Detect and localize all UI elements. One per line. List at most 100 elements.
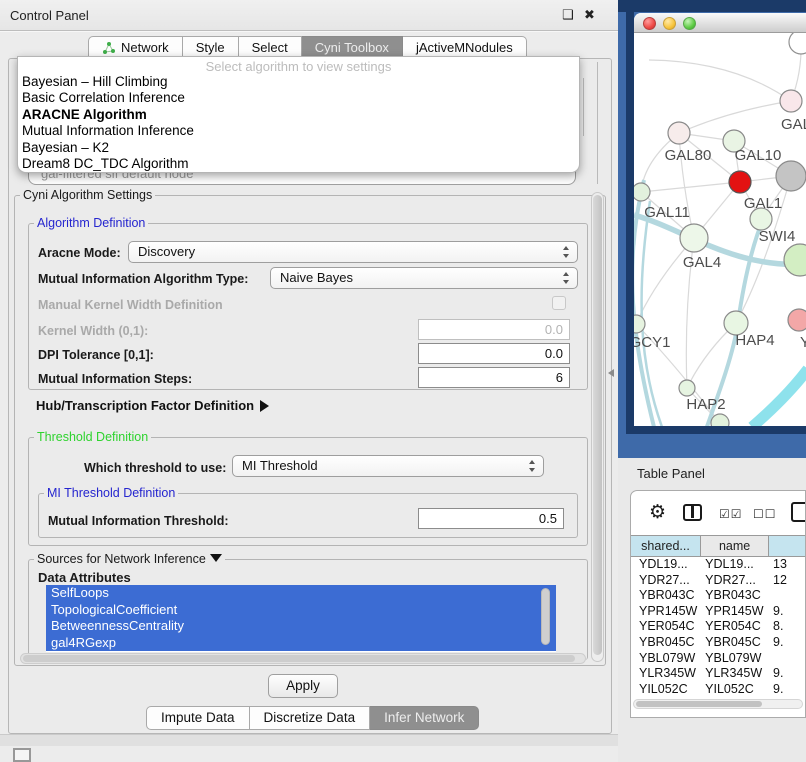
dpi-tolerance-field[interactable]: 0.0	[418, 343, 570, 364]
node-label: GAL	[781, 116, 806, 133]
aracne-mode-combo[interactable]: Discovery	[128, 241, 578, 263]
table-row[interactable]: YPR145WYPR145W9.	[631, 604, 805, 620]
tab-label: Style	[196, 40, 225, 55]
settings-vertical-scrollbar[interactable]	[591, 192, 604, 662]
table-row[interactable]: YBR045CYBR045C9.	[631, 635, 805, 651]
which-threshold-combo[interactable]: MI Threshold	[232, 455, 544, 477]
settings-horizontal-scrollbar[interactable]	[20, 653, 586, 664]
manual-kernel-width-label: Manual Kernel Width Definition	[38, 298, 223, 312]
node-label: GAL4	[683, 254, 721, 271]
attribute-item-selected[interactable]: gal4RGexp	[46, 635, 556, 652]
network-edge[interactable]	[679, 101, 791, 133]
algorithm-definition-title: Algorithm Definition	[34, 216, 148, 230]
control-panel-titlebar	[0, 0, 620, 31]
table-cell: YDR27...	[701, 573, 769, 589]
splitter-collapse-icon[interactable]	[608, 369, 614, 377]
attributes-scrollbar[interactable]	[541, 588, 550, 645]
close-panel-icon[interactable]: ✖	[584, 7, 595, 23]
column-header[interactable]: name	[701, 536, 769, 556]
network-node[interactable]	[634, 183, 650, 201]
table-horizontal-scrollbar[interactable]	[633, 699, 803, 709]
table-row[interactable]: YDR27...YDR27...12	[631, 573, 805, 589]
algorithm-options: Bayesian – Hill ClimbingBasic Correlatio…	[18, 74, 579, 172]
algorithm-option[interactable]: Bayesian – K2	[18, 140, 579, 156]
network-node[interactable]	[788, 309, 806, 331]
table-row[interactable]: YBL079WYBL079W	[631, 651, 805, 667]
algorithm-option[interactable]: Bayesian – Hill Climbing	[18, 74, 579, 90]
mi-steps-label: Mutual Information Steps:	[38, 372, 192, 386]
table-row[interactable]: YER054CYER054C8.	[631, 619, 805, 635]
network-window-titlebar[interactable]	[634, 13, 806, 33]
column-header[interactable]: shared...	[631, 536, 701, 556]
node-label: GCY1	[634, 334, 670, 351]
float-panel-icon[interactable]: ❑	[562, 7, 574, 23]
algorithm-option[interactable]: Mutual Information Inference	[18, 123, 579, 139]
data-attributes-label: Data Attributes	[38, 570, 131, 585]
column-header[interactable]	[769, 536, 805, 556]
apply-button[interactable]: Apply	[268, 674, 338, 698]
gear-icon[interactable]: ⚙	[649, 503, 666, 522]
deselect-all-icon[interactable]: ☐☐	[753, 507, 777, 521]
minimize-window-icon[interactable]	[663, 17, 676, 30]
background-groupbox-line	[583, 78, 584, 136]
attribute-item-selected[interactable]: SelfLoops	[46, 585, 556, 602]
node-label: Y	[800, 334, 806, 351]
settings-group-title: Cyni Algorithm Settings	[20, 188, 155, 202]
network-node[interactable]	[680, 224, 708, 252]
network-node[interactable]	[679, 380, 695, 396]
network-node[interactable]	[776, 161, 806, 191]
network-node[interactable]	[789, 33, 806, 54]
aracne-mode-value: Discovery	[138, 244, 195, 259]
select-all-icon[interactable]: ☑☑	[719, 507, 743, 521]
export-table-icon[interactable]	[791, 502, 806, 522]
network-node[interactable]	[711, 414, 729, 426]
node-label: GAL80	[665, 147, 712, 164]
hub-definition-toggle[interactable]: Hub/Transcription Factor Definition	[36, 398, 269, 413]
network-node[interactable]	[729, 171, 751, 193]
table-cell: YIL052C	[701, 682, 769, 697]
table-header-row: shared...name	[631, 535, 805, 557]
mi-threshold-definition-title: MI Threshold Definition	[44, 486, 178, 500]
algorithm-option[interactable]: ARACNE Algorithm	[18, 107, 579, 123]
network-edge[interactable]	[641, 182, 740, 192]
algorithm-option[interactable]: Basic Correlation Inference	[18, 90, 579, 106]
table-cell: YER054C	[701, 619, 769, 635]
combo-spinner-icon	[529, 460, 536, 472]
table-row[interactable]: YIL052CYIL052C9.	[631, 682, 805, 697]
manual-kernel-width-checkbox[interactable]	[552, 296, 566, 310]
cyni-bottom-tabs: Impute DataDiscretize DataInfer Network	[146, 706, 479, 730]
network-node[interactable]	[668, 122, 690, 144]
table-cell: YPR145W	[701, 604, 769, 620]
table-row[interactable]: YDL19...YDL19...13	[631, 557, 805, 573]
network-edge[interactable]	[752, 369, 806, 426]
background-panel-line	[597, 62, 598, 184]
attribute-item-selected[interactable]: BetweennessCentrality	[46, 618, 556, 635]
attribute-item-selected[interactable]: TopologicalCoefficient	[46, 602, 556, 619]
which-threshold-value: MI Threshold	[242, 458, 318, 473]
data-attributes-list[interactable]: SelfLoopsTopologicalCoefficientBetweenne…	[46, 585, 556, 652]
tab-infer-network[interactable]: Infer Network	[370, 706, 479, 730]
table-row[interactable]: YBR043CYBR043C	[631, 588, 805, 604]
tab-impute-data[interactable]: Impute Data	[146, 706, 250, 730]
table-cell: YLR345W	[701, 666, 769, 682]
table-panel-title: Table Panel	[637, 466, 705, 481]
close-window-icon[interactable]	[643, 17, 656, 30]
column-chooser-icon[interactable]	[683, 504, 702, 521]
tab-label: Network	[121, 40, 169, 55]
kernel-width-field[interactable]: 0.0	[418, 319, 570, 340]
tab-discretize-data[interactable]: Discretize Data	[250, 706, 371, 730]
table-row[interactable]: YLR345WYLR345W9.	[631, 666, 805, 682]
mi-steps-field[interactable]: 6	[418, 367, 570, 388]
network-node[interactable]	[784, 244, 806, 276]
algorithm-option[interactable]: Dream8 DC_TDC Algorithm	[18, 156, 579, 172]
memory-status-icon[interactable]	[13, 748, 31, 762]
table-cell: YER054C	[631, 619, 701, 635]
table-toolbar: ⚙ ☑☑ ☐☐	[631, 491, 805, 535]
sources-title[interactable]: Sources for Network Inference	[34, 552, 225, 566]
network-node[interactable]	[780, 90, 802, 112]
network-graph[interactable]: GALGAL80GAL10GAL1GAL11SWI4GAL4GCY1HAP4YH…	[634, 33, 806, 426]
mi-algorithm-type-combo[interactable]: Naive Bayes	[270, 267, 578, 289]
zoom-window-icon[interactable]	[683, 17, 696, 30]
mi-threshold-field[interactable]: 0.5	[418, 508, 564, 529]
network-edge[interactable]	[649, 60, 791, 101]
